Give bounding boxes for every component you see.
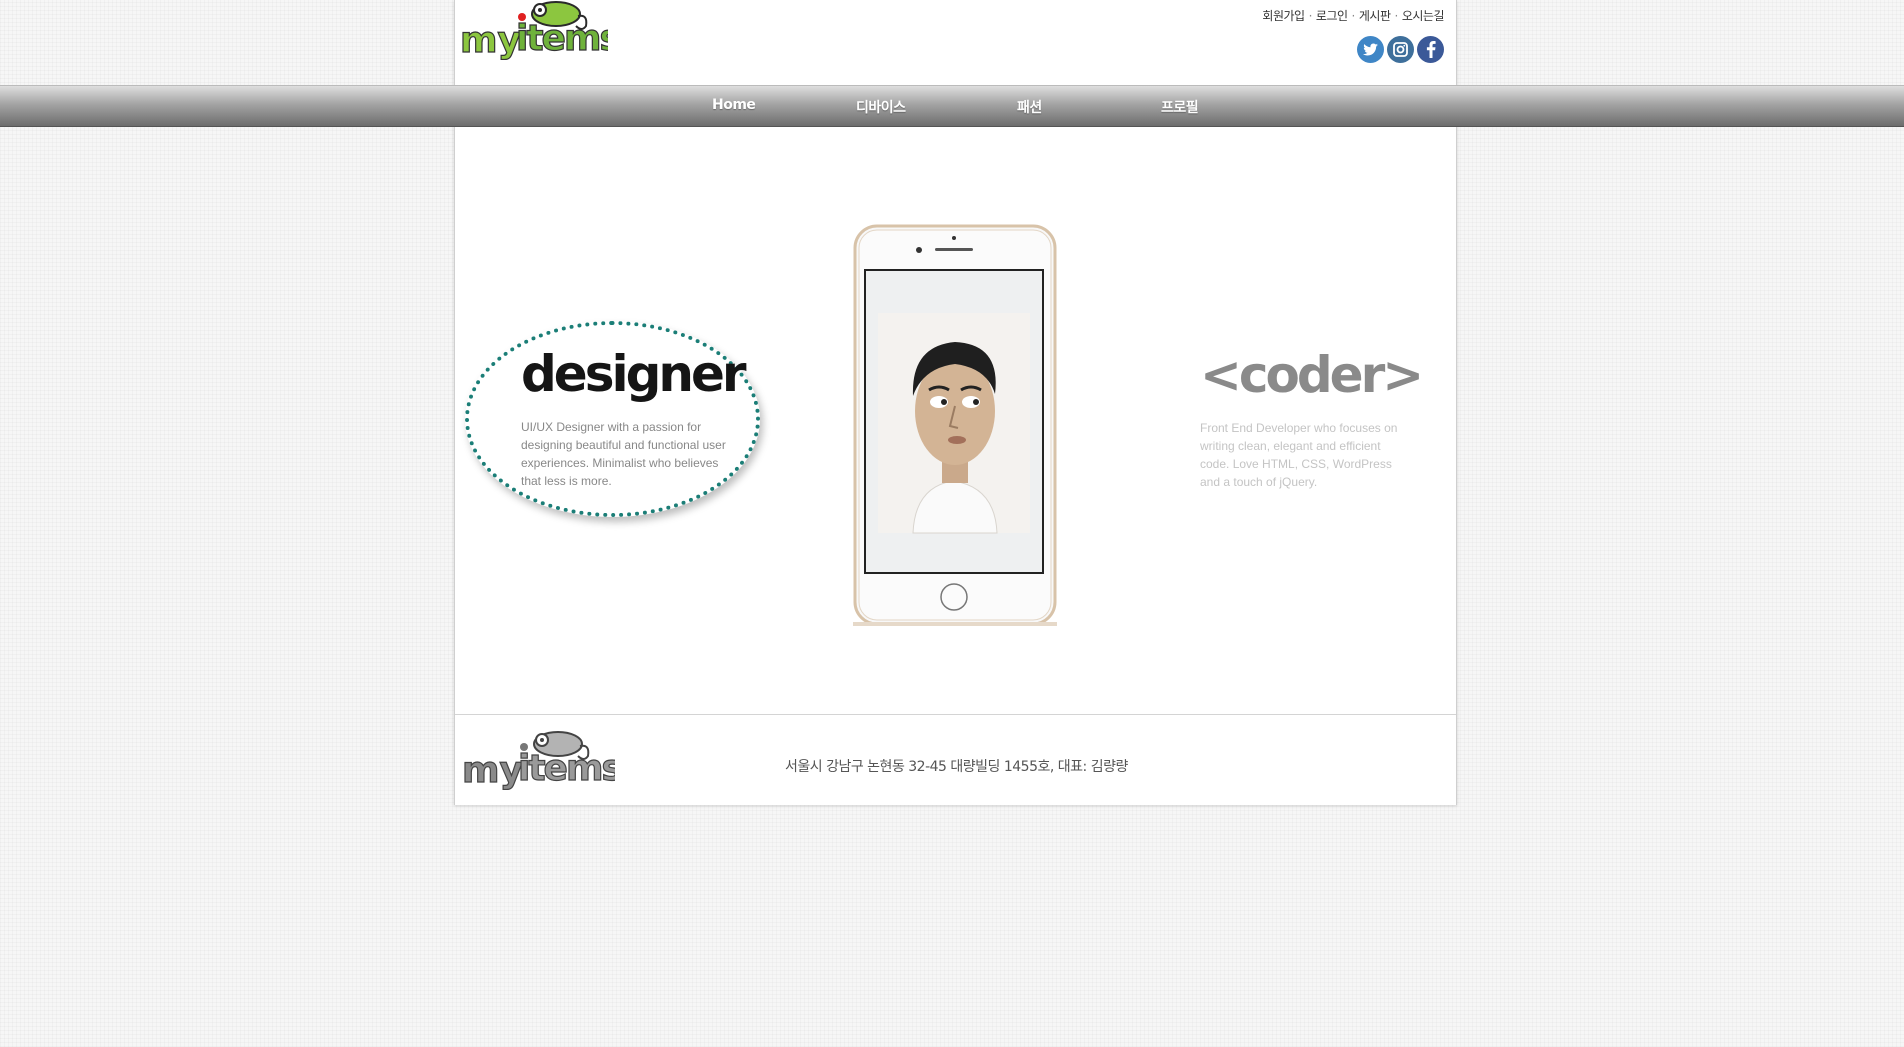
board-link[interactable]: 게시판: [1359, 9, 1391, 23]
nav-item-home[interactable]: Home: [712, 97, 756, 113]
nav-item-devices[interactable]: 디바이스: [856, 97, 906, 117]
footer-logo-text-my: my: [462, 750, 523, 790]
login-link[interactable]: 로그인: [1316, 9, 1348, 23]
coder-title: <coder>: [1200, 346, 1424, 404]
nav-item-profile[interactable]: 프로필: [1161, 97, 1199, 117]
twitter-icon[interactable]: [1357, 36, 1384, 63]
separator: ·: [1394, 9, 1399, 23]
footer-logo[interactable]: my items: [460, 724, 615, 790]
footer-logo-text-items: items: [518, 748, 615, 789]
instagram-icon[interactable]: [1387, 36, 1414, 63]
directions-link[interactable]: 오시는길: [1402, 9, 1445, 23]
logo-text-items: items: [516, 18, 608, 59]
logo-text-my: my: [460, 20, 521, 60]
main-nav: Home 디바이스 패션 프로필: [0, 85, 1904, 127]
footer-divider: [455, 714, 1456, 715]
signup-link[interactable]: 회원가입: [1262, 9, 1305, 23]
separator: ·: [1351, 9, 1356, 23]
phone-image: [853, 224, 1057, 626]
coder-description: Front End Developer who focuses on writi…: [1200, 421, 1398, 489]
social-links: [1357, 36, 1444, 63]
logo[interactable]: my items: [458, 0, 608, 60]
separator: ·: [1308, 9, 1313, 23]
designer-description: UI/UX Designer with a passion for design…: [521, 420, 726, 488]
top-links: 회원가입 · 로그인 · 게시판 · 오시는길: [1262, 7, 1444, 24]
footer-address: 서울시 강남구 논현동 32-45 대량빌딩 1455호, 대표: 김량량: [785, 759, 1128, 775]
facebook-icon[interactable]: [1417, 36, 1444, 63]
nav-item-fashion[interactable]: 패션: [1017, 97, 1042, 117]
designer-title: designer: [521, 345, 747, 403]
profile-photo: [878, 313, 1030, 534]
